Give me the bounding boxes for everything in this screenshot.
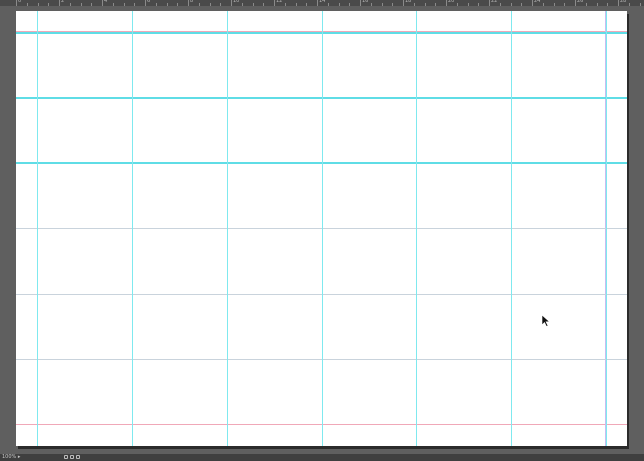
vertical-guide[interactable]	[606, 11, 607, 446]
ruler-minor-tick	[123, 3, 125, 6]
ruler-label: 10	[233, 0, 240, 4]
top-ruler[interactable]: 0 2 4 6 8 10 12 14 16 18 20 22 24 26 28	[0, 0, 644, 6]
ruler-minor-tick	[639, 3, 641, 6]
ruler-label: 8	[190, 0, 194, 4]
arrow-pointer-icon	[541, 315, 551, 327]
ruler-minor-tick	[263, 3, 265, 6]
ruler-minor-tick	[392, 3, 394, 6]
ruler-minor-tick	[220, 3, 222, 6]
status-zoom-text: 100% ▸	[2, 454, 21, 460]
ruler-minor-tick	[69, 3, 71, 6]
ruler-label: 24	[534, 0, 541, 4]
layers-icon[interactable]	[70, 455, 74, 459]
status-icons	[64, 455, 80, 460]
ruler-minor-tick	[198, 3, 200, 6]
ruler-tick	[145, 0, 146, 6]
ruler-minor-tick	[80, 3, 82, 6]
ruler-minor-tick	[306, 3, 308, 6]
ruler-label: 22	[491, 0, 498, 4]
ruler-tick	[188, 0, 189, 6]
ruler-minor-tick	[112, 3, 114, 6]
ruler-label: 20	[448, 0, 455, 4]
vertical-guide[interactable]	[132, 11, 133, 446]
ruler-label: 28	[620, 0, 627, 4]
ruler-minor-tick	[134, 3, 136, 6]
ruler-minor-tick	[499, 3, 501, 6]
vertical-guide[interactable]	[511, 11, 512, 446]
ruler-minor-tick	[48, 3, 50, 6]
ruler-minor-tick	[209, 3, 211, 6]
ruler-label: 26	[577, 0, 584, 4]
ruler-minor-tick	[628, 3, 630, 6]
app-window: 0 2 4 6 8 10 12 14 16 18 20 22 24 26 28 100% ▸	[0, 0, 644, 461]
ruler-minor-tick	[596, 3, 598, 6]
ruler-label: 4	[104, 0, 108, 4]
ruler-tick	[231, 0, 232, 6]
ruler-minor-tick	[478, 3, 480, 6]
ruler-minor-tick	[338, 3, 340, 6]
ruler-tick	[618, 0, 619, 6]
ruler-tick	[403, 0, 404, 6]
ruler-minor-tick	[564, 3, 566, 6]
ruler-label: 12	[276, 0, 283, 4]
vertical-guide[interactable]	[416, 11, 417, 446]
ruler-label: 18	[405, 0, 412, 4]
ruler-minor-tick	[521, 3, 523, 6]
ruler-minor-tick	[585, 3, 587, 6]
ruler-tick	[446, 0, 447, 6]
grid-icon[interactable]	[76, 455, 80, 459]
ruler-minor-tick	[177, 3, 179, 6]
ruler-minor-tick	[349, 3, 351, 6]
ruler-minor-tick	[166, 3, 168, 6]
vertical-guide[interactable]	[227, 11, 228, 446]
ruler-tick	[532, 0, 533, 6]
ruler-label: 14	[319, 0, 326, 4]
ruler-minor-tick	[295, 3, 297, 6]
ruler-tick	[317, 0, 318, 6]
ruler-minor-tick	[542, 3, 544, 6]
ruler-minor-tick	[607, 3, 609, 6]
ruler-minor-tick	[241, 3, 243, 6]
ruler-minor-tick	[370, 3, 372, 6]
ruler-minor-tick	[435, 3, 437, 6]
ruler-minor-tick	[252, 3, 254, 6]
ruler-label: 2	[61, 0, 65, 4]
ruler-minor-tick	[327, 3, 329, 6]
ruler-minor-tick	[467, 3, 469, 6]
ruler-minor-tick	[26, 3, 28, 6]
ruler-tick	[274, 0, 275, 6]
ruler-minor-tick	[413, 3, 415, 6]
artboard-canvas[interactable]	[16, 11, 627, 446]
ruler-minor-tick	[381, 3, 383, 6]
ruler-minor-tick	[155, 3, 157, 6]
ruler-minor-tick	[456, 3, 458, 6]
ruler-minor-tick	[284, 3, 286, 6]
ruler-tick	[575, 0, 576, 6]
ruler-minor-tick	[553, 3, 555, 6]
ruler-minor-tick	[37, 3, 39, 6]
ruler-minor-tick	[510, 3, 512, 6]
ruler-label: 16	[362, 0, 369, 4]
ruler-tick	[59, 0, 60, 6]
ruler-tick	[16, 0, 17, 6]
ruler-minor-tick	[424, 3, 426, 6]
ruler-label: 6	[147, 0, 151, 4]
vertical-guide[interactable]	[322, 11, 323, 446]
vertical-guide[interactable]	[37, 11, 38, 446]
ruler-tick	[102, 0, 103, 6]
status-bar: 100% ▸	[0, 454, 644, 461]
document-icon[interactable]	[64, 455, 68, 459]
ruler-label: 0	[18, 0, 22, 4]
ruler-minor-tick	[91, 3, 93, 6]
ruler-tick	[360, 0, 361, 6]
ruler-tick	[489, 0, 490, 6]
